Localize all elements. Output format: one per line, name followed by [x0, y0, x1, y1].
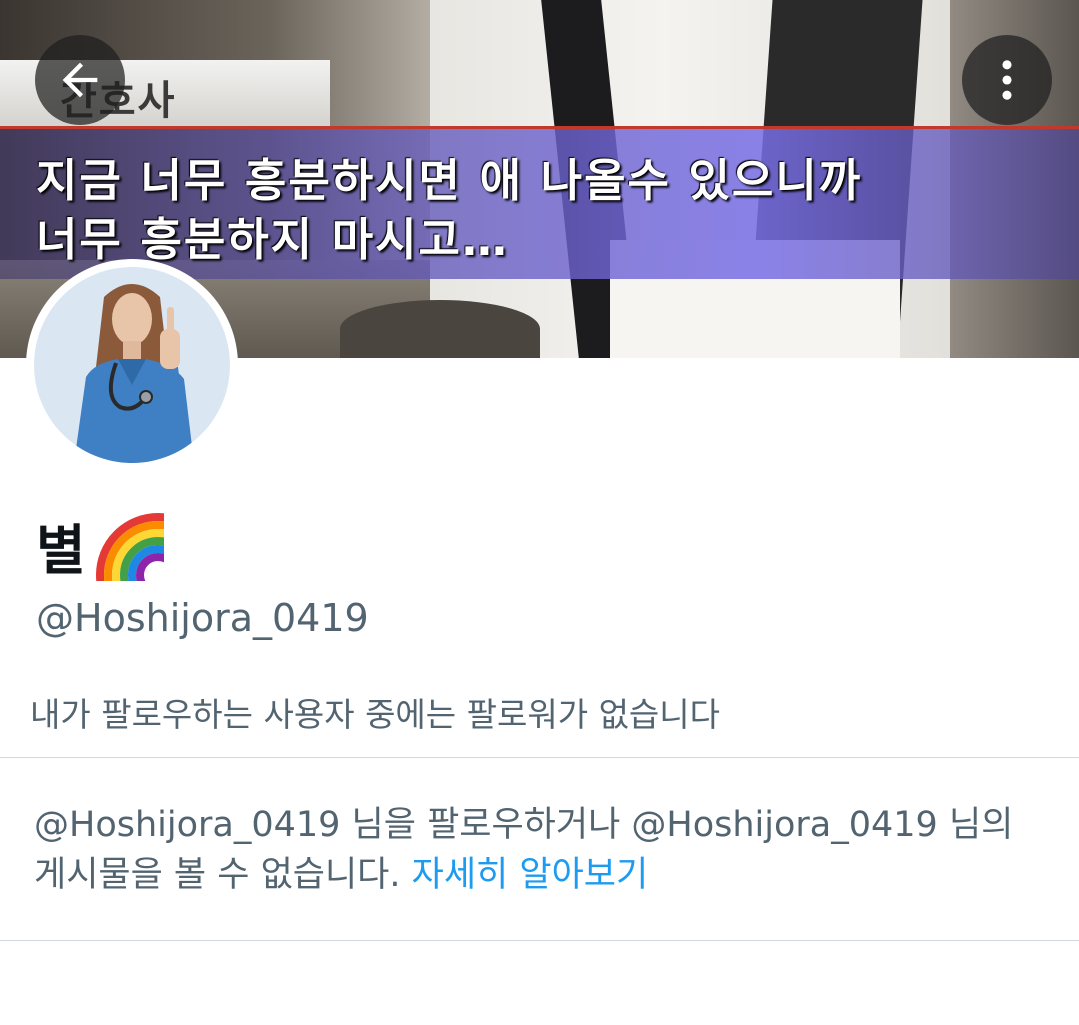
- banner-caption-line-2: 너무 흥분하지 마시고…: [36, 213, 509, 266]
- profile-handle: @Hoshijora_0419: [36, 596, 369, 640]
- learn-more-link[interactable]: 자세히 알아보기: [412, 855, 649, 895]
- protected-notice-line-1: @Hoshijora_0419 님을 팔로우하거나 @Hoshijora_041…: [34, 805, 1014, 845]
- more-options-button[interactable]: [962, 35, 1052, 125]
- display-name-text: 별: [36, 518, 86, 582]
- back-button[interactable]: [35, 35, 125, 125]
- divider: [0, 940, 1079, 941]
- profile-avatar[interactable]: [26, 259, 238, 471]
- banner-background-shape: [340, 300, 540, 358]
- protected-notice-line-2: 게시물을 볼 수 없습니다.: [34, 855, 401, 895]
- display-name: 별: [36, 505, 164, 585]
- followers-you-know-note[interactable]: 내가 팔로우하는 사용자 중에는 팔로워가 없습니다: [30, 688, 720, 736]
- divider: [0, 757, 1079, 758]
- vertical-ellipsis-icon: [1002, 60, 1012, 100]
- protected-account-notice: @Hoshijora_0419 님을 팔로우하거나 @Hoshijora_041…: [34, 800, 1044, 900]
- avatar-image: [34, 267, 230, 463]
- banner-caption-line-1: 지금 너무 흥분하시면 애 나올수 있으니까: [36, 154, 863, 207]
- rainbow-emoji-icon: [95, 513, 164, 581]
- arrow-left-icon: [62, 62, 98, 98]
